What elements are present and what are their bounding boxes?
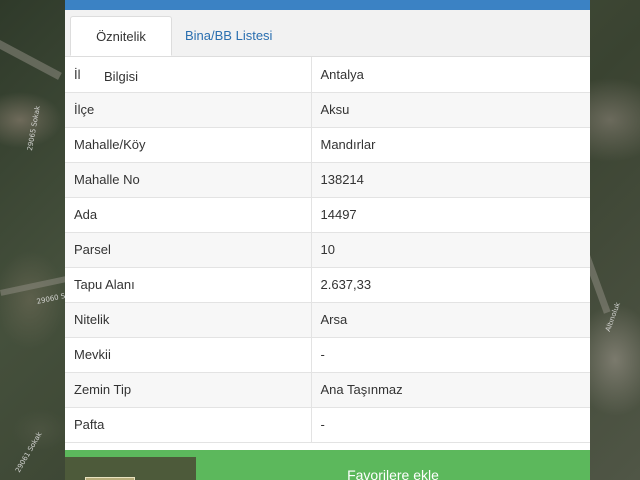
tab-bar: Öznitelik Bilgisi Bina/BB Listesi — [65, 10, 590, 84]
parcel-info-panel: Öznitelik Bilgisi Bina/BB Listesi İl Anta… — [65, 0, 590, 480]
attribute-row: Parsel 10 — [65, 232, 590, 268]
attribute-value: 2.637,33 — [311, 267, 590, 303]
attribute-row: Nitelik Arsa — [65, 302, 590, 338]
attribute-row: İl Antalya — [65, 57, 590, 93]
attribute-value: Mandırlar — [311, 127, 590, 163]
attribute-key: Ada — [65, 197, 312, 233]
attribute-value: - — [311, 407, 590, 443]
attribute-row: Pafta - — [65, 407, 590, 443]
attribute-value: Arsa — [311, 302, 590, 338]
attribute-value: 10 — [311, 232, 590, 268]
attribute-row: Zemin Tip Ana Taşınmaz — [65, 372, 590, 408]
attribute-key: İl — [65, 57, 312, 93]
attribute-table: İl Antalya İlçe Aksu Mahalle/Köy Mandırlar Mah… — [65, 57, 590, 443]
attribute-value: 14497 — [311, 197, 590, 233]
favorite-row: Favorilere ekle — [65, 450, 590, 480]
attribute-key: Mahalle No — [65, 162, 312, 198]
attribute-row: Mahalle/Köy Mandırlar — [65, 127, 590, 163]
attribute-row: Ada 14497 — [65, 197, 590, 233]
favorite-strip — [65, 450, 196, 457]
tab-building-list[interactable]: Bina/BB Listesi — [175, 16, 282, 56]
attribute-key: Mahalle/Köy — [65, 127, 312, 163]
add-to-favorites-button[interactable]: Favorilere ekle — [196, 450, 590, 480]
attribute-key: Tapu Alanı — [65, 267, 312, 303]
tab-attribute-info[interactable]: Öznitelik Bilgisi — [70, 16, 172, 84]
attribute-value: Ana Taşınmaz — [311, 372, 590, 408]
attribute-key: Mevkii — [65, 337, 312, 373]
attribute-value: - — [311, 337, 590, 373]
attribute-row: Tapu Alanı 2.637,33 — [65, 267, 590, 303]
attribute-row: Mahalle No 138214 — [65, 162, 590, 198]
attribute-row: Mevkii - — [65, 337, 590, 373]
attribute-key: Pafta — [65, 407, 312, 443]
attribute-key: Zemin Tip — [65, 372, 312, 408]
attribute-key: Parsel — [65, 232, 312, 268]
attribute-key: Nitelik — [65, 302, 312, 338]
parcel-thumbnail[interactable] — [65, 457, 196, 480]
attribute-value: Aksu — [311, 92, 590, 128]
panel-header-bar — [65, 0, 590, 10]
attribute-key: İlçe — [65, 92, 312, 128]
attribute-row: İlçe Aksu — [65, 92, 590, 128]
attribute-value: Antalya — [311, 57, 590, 93]
attribute-value: 138214 — [311, 162, 590, 198]
